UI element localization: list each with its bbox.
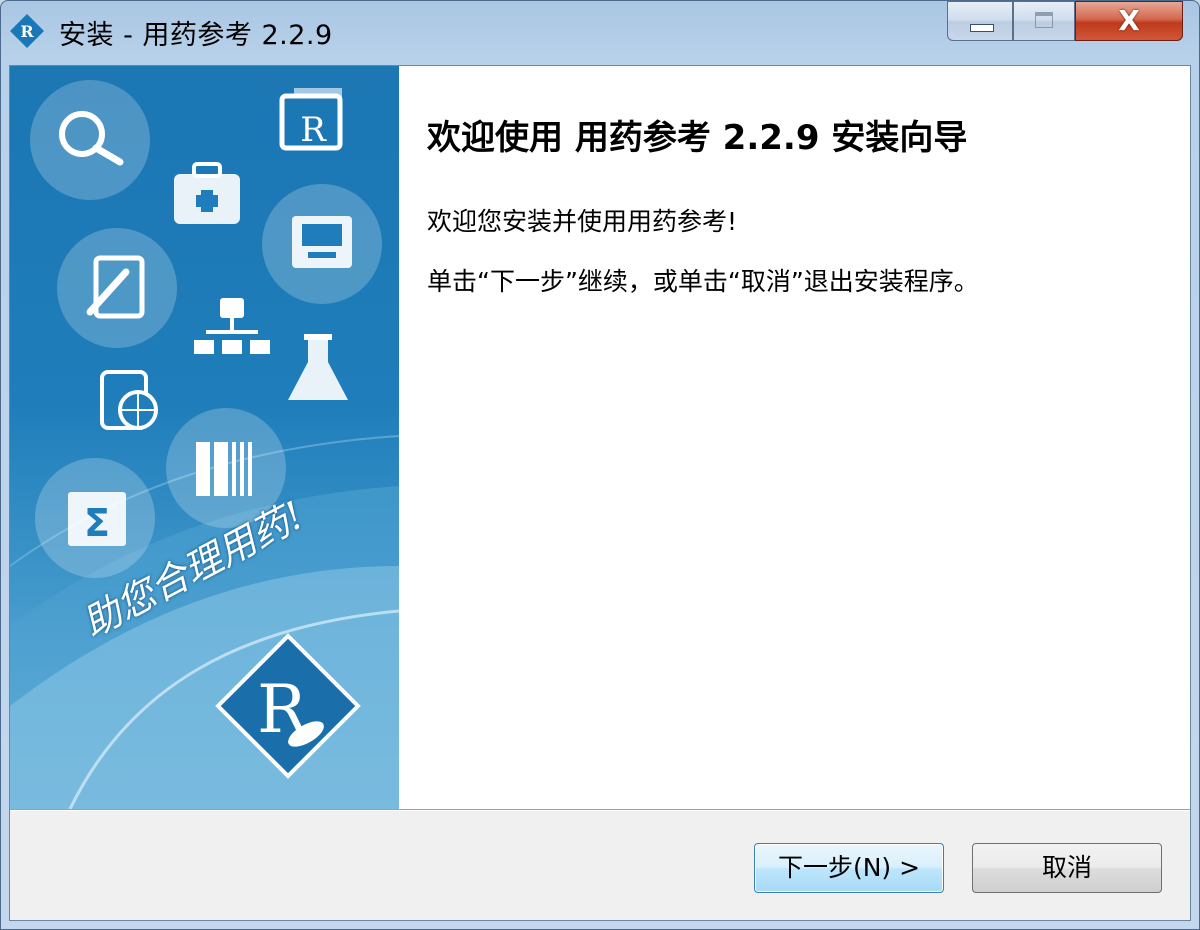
maximize-icon: [1035, 12, 1053, 28]
cancel-button[interactable]: 取消: [972, 843, 1162, 893]
close-button[interactable]: X: [1075, 1, 1183, 41]
network-tree-icon: [194, 298, 270, 354]
svg-text:R: R: [300, 110, 327, 150]
globe-document-icon: [100, 370, 158, 430]
rx-prescription-icon: R: [279, 88, 343, 151]
document-tray-icon: [262, 184, 382, 304]
title-bar[interactable]: R 安装 - 用药参考 2.2.9 X: [1, 1, 1200, 63]
search-icon: [30, 80, 150, 200]
minimize-icon: [970, 24, 994, 32]
flask-icon: [288, 334, 348, 400]
banner-artwork: R Σ R: [10, 80, 399, 809]
wizard-body: R Σ R 助您合理用药! 欢迎使用 用药参考 2.2.9 安装向导 欢迎您安装…: [9, 65, 1191, 921]
instruction-text: 单击“下一步”继续，或单击“取消”退出安装程序。: [427, 267, 979, 296]
medical-kit-icon: [174, 162, 240, 224]
window-title: 安装 - 用药参考 2.2.9: [59, 20, 333, 51]
maximize-button: [1013, 1, 1075, 41]
page-title: 欢迎使用 用药参考 2.2.9 安装向导: [427, 118, 968, 158]
close-icon: X: [1118, 4, 1140, 37]
wizard-content: 欢迎使用 用药参考 2.2.9 安装向导 欢迎您安装并使用用药参考! 单击“下一…: [399, 66, 1190, 809]
next-button[interactable]: 下一步(N) >: [754, 843, 944, 893]
wizard-banner-image: R Σ R 助您合理用药!: [10, 66, 399, 809]
svg-text:Σ: Σ: [84, 501, 110, 545]
hand-writing-icon: [57, 228, 177, 348]
rx-logo-icon: R: [10, 14, 44, 48]
minimize-button[interactable]: [947, 1, 1013, 41]
svg-text:R: R: [20, 22, 34, 41]
sigma-icon: Σ: [35, 458, 155, 578]
wizard-footer: 下一步(N) > 取消: [10, 811, 1190, 920]
welcome-text: 欢迎您安装并使用用药参考!: [427, 207, 738, 236]
installer-window: R 安装 - 用药参考 2.2.9 X R Σ R 助您合理用药! 欢迎使用 用…: [0, 0, 1200, 930]
caption-buttons: X: [947, 1, 1191, 43]
